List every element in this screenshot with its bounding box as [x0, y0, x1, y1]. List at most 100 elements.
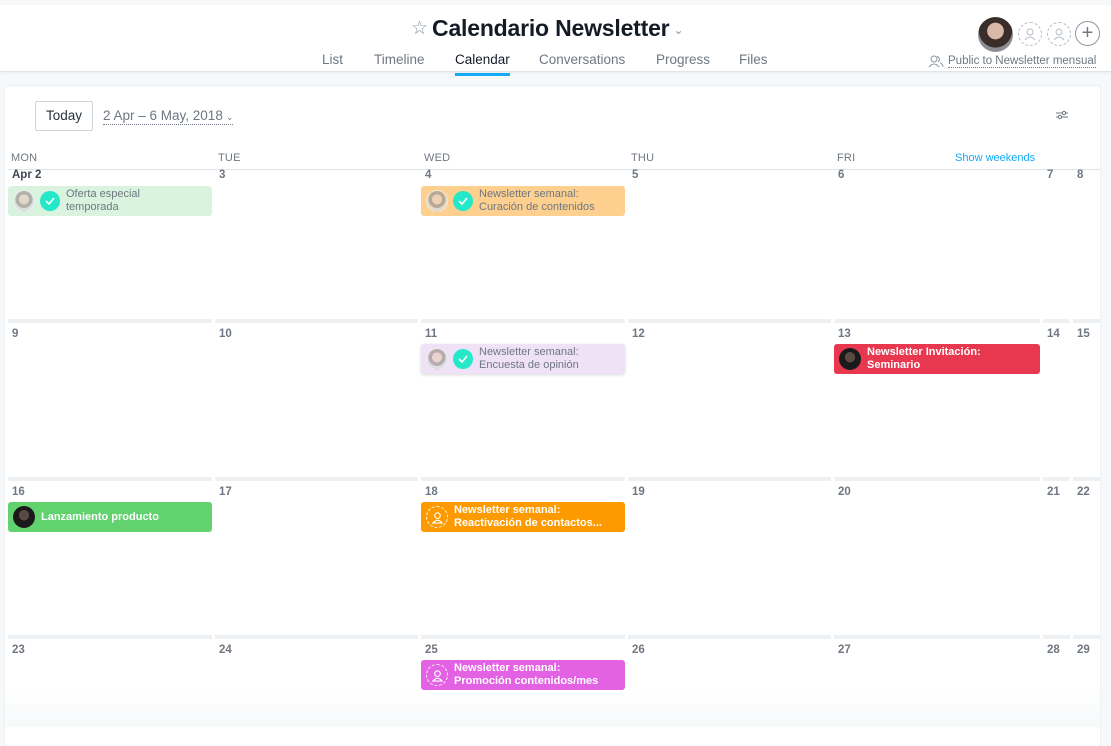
tab-calendar[interactable]: Calendar: [455, 52, 510, 76]
calendar-event[interactable]: Newsletter semanal: Encuesta de opinión: [421, 344, 625, 374]
week-separator: [628, 319, 831, 323]
week-separator: [215, 477, 418, 481]
week-separator: [1043, 319, 1070, 323]
day-number: 13: [838, 328, 851, 340]
day-number: 5: [632, 169, 639, 181]
event-title: Newsletter semanal: Curación de contenido…: [479, 188, 595, 213]
calendar-panel: [5, 86, 1100, 746]
assignee-avatar: [426, 348, 448, 370]
filter-settings-icon[interactable]: [1055, 109, 1069, 121]
week-separator: [1073, 319, 1100, 323]
calendar-event[interactable]: Lanzamiento producto: [8, 502, 212, 532]
calendar-event[interactable]: Newsletter Invitación: Seminario: [834, 344, 1040, 374]
completed-check-icon[interactable]: [40, 191, 60, 211]
day-number: 21: [1047, 486, 1060, 498]
event-title: Newsletter semanal: Reactivación de conta…: [454, 504, 602, 529]
day-number: 10: [219, 328, 232, 340]
project-header: ☆ Calendario Newsletter ⌄ List Timeline …: [0, 0, 1111, 76]
day-number: 4: [425, 169, 432, 181]
day-number: 12: [632, 328, 645, 340]
weekday-header-tue: TUE: [218, 152, 241, 164]
date-range-label: 2 Apr – 6 May, 2018: [103, 108, 223, 123]
assignee-avatar: [839, 348, 861, 370]
week-separator: [215, 635, 418, 639]
week-separator: [628, 635, 831, 639]
week-separator: [834, 477, 1040, 481]
day-number: 20: [838, 486, 851, 498]
day-number: 22: [1077, 486, 1090, 498]
completed-check-icon[interactable]: [453, 191, 473, 211]
scroll-fade: [5, 690, 1100, 727]
tab-progress[interactable]: Progress: [656, 52, 710, 76]
person-icon: [1024, 28, 1036, 41]
unassigned-avatar-icon: [426, 664, 448, 686]
star-icon[interactable]: ☆: [411, 19, 428, 38]
day-number: 28: [1047, 644, 1060, 656]
week-separator: [1043, 477, 1070, 481]
day-number: 15: [1077, 328, 1090, 340]
add-member-button[interactable]: +: [1075, 21, 1100, 46]
member-avatar[interactable]: [978, 17, 1013, 52]
week-separator: [421, 477, 625, 481]
day-number: Apr 2: [12, 169, 42, 181]
tab-timeline[interactable]: Timeline: [374, 52, 425, 76]
day-number: 27: [838, 644, 851, 656]
week-separator: [8, 319, 212, 323]
unassigned-avatar-icon: [426, 506, 448, 528]
calendar-event[interactable]: Newsletter semanal: Promoción contenidos/…: [421, 660, 625, 690]
weekday-header-mon: MON: [11, 152, 38, 164]
day-number: 9: [12, 328, 19, 340]
project-title-group: ☆ Calendario Newsletter ⌄: [411, 15, 684, 42]
event-title: Newsletter Invitación: Seminario: [867, 346, 981, 371]
day-number: 16: [12, 486, 25, 498]
day-number: 11: [425, 328, 438, 340]
assignee-avatar: [426, 190, 448, 212]
day-number: 24: [219, 644, 232, 656]
empty-member-avatar[interactable]: [1047, 22, 1071, 46]
day-number: 7: [1047, 169, 1054, 181]
day-number: 26: [632, 644, 645, 656]
weekday-header-wed: WED: [424, 152, 451, 164]
members-icon: [928, 55, 944, 68]
tab-list[interactable]: List: [322, 52, 343, 76]
chevron-down-icon[interactable]: ⌄: [673, 23, 683, 37]
week-separator: [1073, 635, 1100, 639]
day-number: 3: [219, 169, 226, 181]
day-number: 6: [838, 169, 845, 181]
empty-member-avatar[interactable]: [1018, 22, 1042, 46]
event-title: Lanzamiento producto: [41, 510, 159, 523]
week-separator: [1073, 477, 1100, 481]
completed-check-icon[interactable]: [453, 349, 473, 369]
week-separator: [421, 319, 625, 323]
person-icon: [1053, 28, 1065, 41]
event-title: Newsletter semanal: Encuesta de opinión: [479, 346, 579, 371]
calendar-event[interactable]: Newsletter semanal: Curación de contenido…: [421, 186, 625, 216]
date-range-picker[interactable]: 2 Apr – 6 May, 2018 ⌄: [103, 108, 234, 125]
privacy-label[interactable]: Public to Newsletter mensual: [948, 55, 1097, 68]
day-number: 8: [1077, 169, 1084, 181]
week-separator: [8, 477, 212, 481]
week-separator: [1043, 635, 1070, 639]
weekday-header-thu: THU: [631, 152, 655, 164]
day-number: 14: [1047, 328, 1060, 340]
week-separator: [215, 319, 418, 323]
header-divider: [8, 169, 1100, 170]
day-number: 18: [425, 486, 438, 498]
chevron-down-icon: ⌄: [225, 112, 234, 122]
week-separator: [628, 477, 831, 481]
calendar-event[interactable]: Newsletter semanal: Reactivación de conta…: [421, 502, 625, 532]
week-separator: [834, 319, 1040, 323]
day-number: 23: [12, 644, 25, 656]
project-title[interactable]: Calendario Newsletter: [432, 15, 670, 42]
calendar-event[interactable]: Oferta especial temporada: [8, 186, 212, 216]
day-number: 29: [1077, 644, 1090, 656]
day-number: 25: [425, 644, 438, 656]
tab-files[interactable]: Files: [739, 52, 768, 76]
show-weekends-link[interactable]: Show weekends: [955, 152, 1035, 164]
privacy-setting[interactable]: Public to Newsletter mensual: [928, 55, 1097, 68]
tab-conversations[interactable]: Conversations: [539, 52, 625, 76]
week-separator: [8, 635, 212, 639]
today-button[interactable]: Today: [35, 101, 93, 131]
day-number: 17: [219, 486, 232, 498]
week-separator: [834, 635, 1040, 639]
